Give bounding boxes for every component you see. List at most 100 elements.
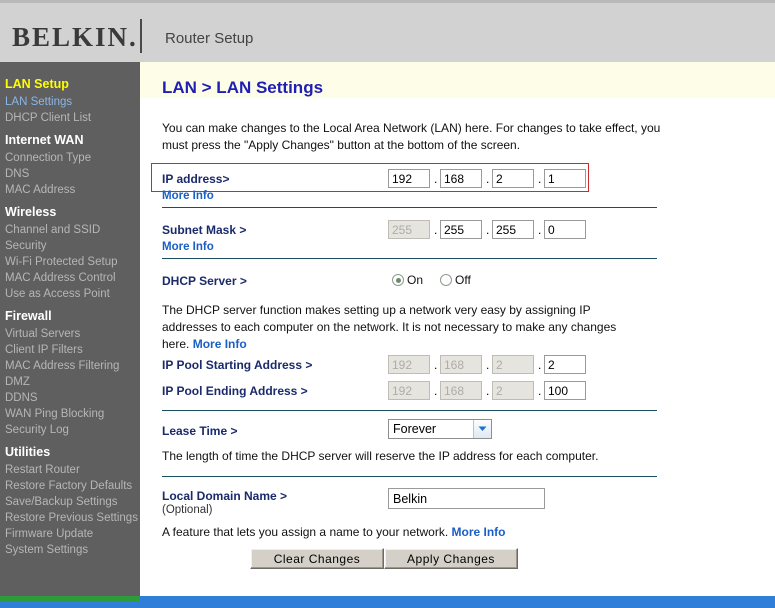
sidebar-item-mac-address[interactable]: MAC Address bbox=[5, 182, 140, 198]
subnet-mask-octet-4[interactable] bbox=[544, 220, 586, 239]
ip-pool-end-octet-3 bbox=[492, 381, 534, 400]
sidebar-item-channel-and-ssid[interactable]: Channel and SSID bbox=[5, 222, 140, 238]
local-domain-sublabel: (Optional) bbox=[162, 504, 213, 516]
sidebar-item-use-as-access-point[interactable]: Use as Access Point bbox=[5, 286, 140, 302]
sidebar-item-lan-settings[interactable]: LAN Settings bbox=[5, 94, 140, 110]
divider-3 bbox=[162, 410, 657, 411]
belkin-logo-text: BELKIN bbox=[12, 22, 130, 52]
local-domain-description: A feature that lets you assign a name to… bbox=[162, 524, 662, 541]
dhcp-server-label: DHCP Server > bbox=[162, 274, 247, 288]
pool-start-dot-1: . bbox=[434, 358, 438, 372]
sidebar-group-utilities: Utilities bbox=[5, 445, 51, 459]
pool-start-dot-2: . bbox=[486, 358, 490, 372]
pool-end-dot-1: . bbox=[434, 384, 438, 398]
dhcp-more-info-link[interactable]: More Info bbox=[193, 337, 247, 351]
ip-pool-end-octet-1 bbox=[388, 381, 430, 400]
local-domain-label: Local Domain Name > bbox=[162, 489, 288, 503]
sidebar-item-restore-factory-defaults[interactable]: Restore Factory Defaults bbox=[5, 478, 140, 494]
banner-title: Router Setup bbox=[165, 30, 254, 47]
divider-2 bbox=[162, 258, 657, 259]
chevron-down-icon[interactable] bbox=[473, 420, 491, 438]
page-title: LAN > LAN Settings bbox=[162, 78, 324, 97]
sidebar-item-restore-previous-settings[interactable]: Restore Previous Settings bbox=[5, 510, 140, 526]
subnet-dot-2: . bbox=[486, 223, 490, 237]
subnet-mask-more-info-link[interactable]: More Info bbox=[162, 241, 214, 253]
sidebar-item-restart-router[interactable]: Restart Router bbox=[5, 462, 140, 478]
sidebar-item-dmz[interactable]: DMZ bbox=[5, 374, 140, 390]
bottom-bar bbox=[0, 601, 775, 608]
lease-time-label: Lease Time > bbox=[162, 424, 238, 438]
sidebar-item-wan-ping-blocking[interactable]: WAN Ping Blocking bbox=[5, 406, 140, 422]
dhcp-off-label: Off bbox=[455, 273, 471, 287]
ip-dot-2: . bbox=[486, 172, 490, 186]
dhcp-server-radio-on[interactable]: On bbox=[392, 273, 423, 287]
ip-pool-start-octet-3 bbox=[492, 355, 534, 374]
subnet-mask-octet-2[interactable] bbox=[440, 220, 482, 239]
sidebar-item-connection-type[interactable]: Connection Type bbox=[5, 150, 140, 166]
sidebar-item-mac-address-filtering[interactable]: MAC Address Filtering bbox=[5, 358, 140, 374]
local-domain-input[interactable] bbox=[388, 488, 545, 509]
ip-pool-end-octet-2 bbox=[440, 381, 482, 400]
sidebar-group-wireless: Wireless bbox=[5, 205, 57, 219]
ip-pool-start-label: IP Pool Starting Address > bbox=[162, 358, 313, 372]
subnet-mask-octet-1 bbox=[388, 220, 430, 239]
local-domain-description-text: A feature that lets you assign a name to… bbox=[162, 525, 449, 539]
ip-address-octet-1[interactable] bbox=[388, 169, 430, 188]
ip-address-octet-2[interactable] bbox=[440, 169, 482, 188]
ip-address-octet-4[interactable] bbox=[544, 169, 586, 188]
divider-4 bbox=[162, 476, 657, 477]
radio-on-icon[interactable] bbox=[392, 274, 404, 286]
sidebar-item-system-settings[interactable]: System Settings bbox=[5, 542, 140, 558]
sidebar-item-security-log[interactable]: Security Log bbox=[5, 422, 140, 438]
sidebar-group-lan-setup: LAN Setup bbox=[5, 77, 69, 91]
divider-1 bbox=[162, 207, 657, 208]
sidebar-item-client-ip-filters[interactable]: Client IP Filters bbox=[5, 342, 140, 358]
main-content: LAN > LAN Settings You can make changes … bbox=[140, 62, 775, 596]
lease-time-value: Forever bbox=[393, 422, 437, 436]
subnet-mask-octet-3[interactable] bbox=[492, 220, 534, 239]
sidebar-item-save-backup-settings[interactable]: Save/Backup Settings bbox=[5, 494, 140, 510]
ip-pool-start-octet-4[interactable] bbox=[544, 355, 586, 374]
dhcp-server-radio-off[interactable]: Off bbox=[440, 273, 471, 287]
logo-divider bbox=[140, 19, 142, 53]
sidebar-nav: LAN Setup LAN Settings DHCP Client List Int… bbox=[0, 62, 140, 596]
subnet-dot-3: . bbox=[538, 223, 542, 237]
sidebar-item-ddns[interactable]: DDNS bbox=[5, 390, 140, 406]
sidebar-item-dhcp-client-list[interactable]: DHCP Client List bbox=[5, 110, 140, 126]
sidebar-item-dns[interactable]: DNS bbox=[5, 166, 140, 182]
local-domain-more-info-link[interactable]: More Info bbox=[452, 525, 506, 539]
ip-dot-1: . bbox=[434, 172, 438, 186]
belkin-logo: BELKIN. bbox=[12, 22, 138, 53]
subnet-mask-label: Subnet Mask > bbox=[162, 223, 247, 237]
sidebar-item-mac-address-control[interactable]: MAC Address Control bbox=[5, 270, 140, 286]
lease-time-select[interactable]: Forever bbox=[388, 419, 492, 439]
ip-address-octet-3[interactable] bbox=[492, 169, 534, 188]
intro-text: You can make changes to the Local Area N… bbox=[162, 121, 661, 152]
clear-changes-button[interactable]: Clear Changes bbox=[250, 548, 384, 569]
sidebar-item-firmware-update[interactable]: Firmware Update bbox=[5, 526, 140, 542]
sidebar-item-wi-fi-protected-setup[interactable]: Wi-Fi Protected Setup bbox=[5, 254, 140, 270]
router-setup-page: BELKIN. Router Setup LAN Setup LAN Settin… bbox=[0, 0, 775, 608]
subnet-dot-1: . bbox=[434, 223, 438, 237]
pool-end-dot-3: . bbox=[538, 384, 542, 398]
pool-start-dot-3: . bbox=[538, 358, 542, 372]
sidebar-item-virtual-servers[interactable]: Virtual Servers bbox=[5, 326, 140, 342]
top-banner: BELKIN. Router Setup bbox=[0, 0, 775, 62]
belkin-logo-dot: . bbox=[129, 22, 138, 52]
sidebar-group-internet-wan: Internet WAN bbox=[5, 133, 84, 147]
ip-pool-end-octet-4[interactable] bbox=[544, 381, 586, 400]
ip-pool-start-octet-1 bbox=[388, 355, 430, 374]
ip-address-label: IP address> bbox=[162, 172, 230, 186]
ip-address-more-info-link[interactable]: More Info bbox=[162, 190, 214, 202]
lease-time-description: The length of time the DHCP server will … bbox=[162, 449, 599, 463]
sidebar-item-security[interactable]: Security bbox=[5, 238, 140, 254]
apply-changes-button[interactable]: Apply Changes bbox=[384, 548, 518, 569]
pool-end-dot-2: . bbox=[486, 384, 490, 398]
ip-dot-3: . bbox=[538, 172, 542, 186]
dhcp-on-label: On bbox=[407, 273, 424, 287]
sidebar-group-firewall: Firewall bbox=[5, 309, 52, 323]
ip-pool-end-label: IP Pool Ending Address > bbox=[162, 384, 308, 398]
ip-pool-start-octet-2 bbox=[440, 355, 482, 374]
radio-off-icon[interactable] bbox=[440, 274, 452, 286]
dhcp-server-description: The DHCP server function makes setting u… bbox=[162, 302, 642, 353]
